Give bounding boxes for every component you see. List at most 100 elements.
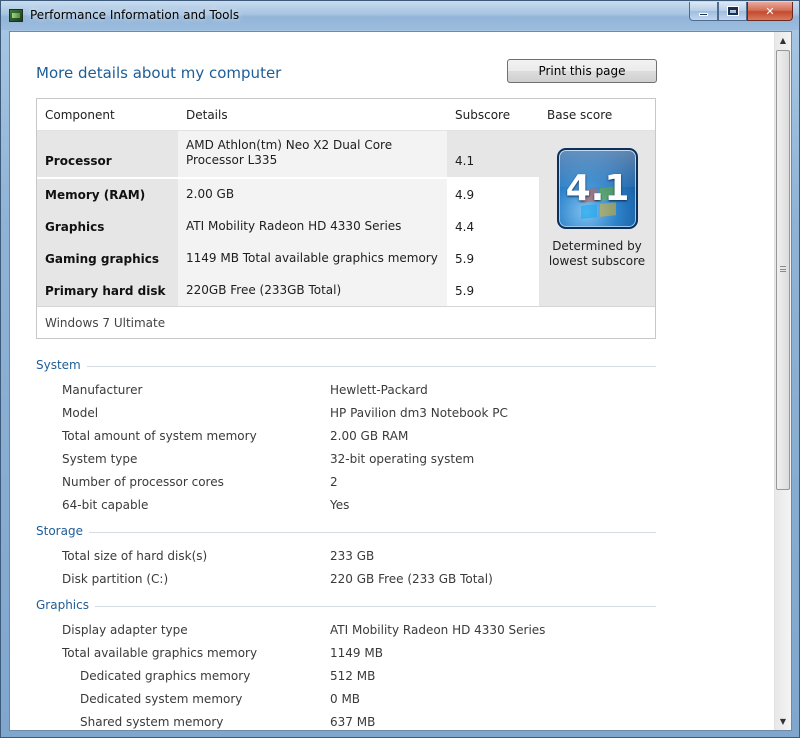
detail-row: Shared system memory 637 MB — [36, 715, 656, 730]
section-system: System Manufacturer Hewlett-Packard Mode… — [36, 358, 656, 518]
title-bar[interactable]: Performance Information and Tools ✕ — [1, 1, 799, 30]
component-label: Primary hard disk — [45, 284, 166, 298]
window-frame: Performance Information and Tools ✕ More… — [0, 0, 800, 738]
detail-row: Total available graphics memory 1149 MB — [36, 646, 656, 669]
component-label: Processor — [45, 154, 112, 168]
detail-row: Model HP Pavilion dm3 Notebook PC — [36, 406, 656, 429]
base-score-cell: 4.1 Determined by lowest subscore — [539, 131, 655, 306]
detail-row: Manufacturer Hewlett-Packard — [36, 383, 656, 406]
detail-row: 64-bit capable Yes — [36, 498, 656, 521]
windows-experience-index-badge: 4.1 — [557, 148, 638, 229]
section-title: System — [36, 358, 87, 372]
detail-value: ATI Mobility Radeon HD 4330 Series — [330, 623, 546, 637]
window-title: Performance Information and Tools — [30, 8, 240, 22]
detail-value: Yes — [330, 498, 350, 512]
scrollbar-thumb[interactable] — [776, 50, 790, 490]
component-label: Gaming graphics — [45, 252, 159, 266]
performance-app-icon — [9, 9, 23, 22]
component-subscore: 4.9 — [455, 188, 475, 202]
maximize-icon — [727, 7, 738, 15]
detail-value: 220 GB Free (233 GB Total) — [330, 572, 493, 586]
vertical-scrollbar[interactable]: ▲ ▼ — [774, 32, 791, 730]
detail-key: System type — [62, 452, 138, 466]
detail-value: 2.00 GB RAM — [330, 429, 409, 443]
detail-value: 233 GB — [330, 549, 375, 563]
detail-row: Dedicated system memory 0 MB — [36, 692, 656, 715]
base-score-caption: Determined by lowest subscore — [548, 239, 646, 268]
component-label: Memory (RAM) — [45, 188, 146, 202]
detail-key: Dedicated graphics memory — [80, 669, 251, 683]
detail-row: System type 32-bit operating system — [36, 452, 656, 475]
score-row-graphics: Graphics ATI Mobility Radeon HD 4330 Ser… — [37, 211, 539, 243]
header-subscore: Subscore — [455, 108, 511, 122]
section-divider — [36, 606, 656, 607]
minimize-button[interactable] — [689, 2, 718, 21]
detail-value: 2 — [330, 475, 338, 489]
close-button[interactable]: ✕ — [747, 2, 793, 21]
score-table: Component Details Subscore Base score Pr… — [36, 98, 656, 339]
section-title: Graphics — [36, 598, 95, 612]
detail-key: Shared system memory — [80, 715, 224, 729]
detail-value: 32-bit operating system — [330, 452, 475, 466]
detail-key: Model — [62, 406, 99, 420]
detail-row: Total amount of system memory 2.00 GB RA… — [36, 429, 656, 452]
client-area: More details about my computer Print thi… — [9, 31, 792, 731]
header-component: Component — [45, 108, 115, 122]
component-details: 1149 MB Total available graphics memory — [186, 251, 438, 265]
score-table-header: Component Details Subscore Base score — [37, 99, 655, 131]
detail-value: HP Pavilion dm3 Notebook PC — [330, 406, 508, 420]
section-header: Graphics — [36, 598, 656, 614]
detail-row: Total size of hard disk(s) 233 GB — [36, 549, 656, 572]
section-header: System — [36, 358, 656, 374]
close-icon: ✕ — [765, 4, 775, 18]
detail-value: 637 MB — [330, 715, 376, 729]
detail-value: 1149 MB — [330, 646, 383, 660]
component-subscore: 4.1 — [455, 154, 475, 168]
section-header: Storage — [36, 524, 656, 540]
section-graphics: Graphics Display adapter type ATI Mobili… — [36, 598, 656, 730]
score-row-processor: Processor AMD Athlon(tm) Neo X2 Dual Cor… — [37, 131, 539, 177]
section-storage: Storage Total size of hard disk(s) 233 G… — [36, 524, 656, 590]
detail-row: Dedicated graphics memory 512 MB — [36, 669, 656, 692]
detail-key: Total available graphics memory — [62, 646, 258, 660]
component-details: 2.00 GB — [186, 187, 235, 201]
score-row-gaming-graphics: Gaming graphics 1149 MB Total available … — [37, 243, 539, 275]
detail-key: Manufacturer — [62, 383, 143, 397]
page-title: More details about my computer — [36, 64, 282, 82]
detail-value: Hewlett-Packard — [330, 383, 428, 397]
score-row-memory: Memory (RAM) 2.00 GB 4.9 — [37, 179, 539, 211]
detail-value: 512 MB — [330, 669, 376, 683]
component-details: AMD Athlon(tm) Neo X2 Dual Core Processo… — [186, 138, 393, 167]
component-label: Graphics — [45, 220, 105, 234]
os-edition-row: Windows 7 Ultimate — [37, 306, 655, 338]
component-details: ATI Mobility Radeon HD 4330 Series — [186, 219, 402, 233]
scroll-up-icon[interactable]: ▲ — [775, 32, 791, 49]
section-title: Storage — [36, 524, 89, 538]
header-details: Details — [186, 108, 228, 122]
caption-buttons: ✕ — [689, 2, 793, 21]
component-subscore: 5.9 — [455, 252, 475, 266]
scroll-down-icon[interactable]: ▼ — [775, 713, 791, 730]
detail-key: Number of processor cores — [62, 475, 224, 489]
detail-key: 64-bit capable — [62, 498, 149, 512]
detail-row: Display adapter type ATI Mobility Radeon… — [36, 623, 656, 646]
section-divider — [36, 532, 656, 533]
detail-row: Disk partition (C:) 220 GB Free (233 GB … — [36, 572, 656, 595]
grip-icon — [780, 266, 786, 272]
detail-key: Display adapter type — [62, 623, 188, 637]
base-score-value: 4.1 — [565, 168, 630, 209]
detail-value: 0 MB — [330, 692, 361, 706]
detail-key: Total amount of system memory — [62, 429, 257, 443]
component-details: 220GB Free (233GB Total) — [186, 283, 342, 297]
details-page: More details about my computer Print thi… — [10, 32, 775, 730]
detail-key: Disk partition (C:) — [62, 572, 169, 586]
minimize-icon — [699, 12, 708, 16]
section-divider — [36, 366, 656, 367]
maximize-button[interactable] — [718, 2, 747, 21]
detail-row: Number of processor cores 2 — [36, 475, 656, 498]
component-subscore: 4.4 — [455, 220, 475, 234]
component-subscore: 5.9 — [455, 284, 475, 298]
score-row-hard-disk: Primary hard disk 220GB Free (233GB Tota… — [37, 275, 539, 307]
print-page-button[interactable]: Print this page — [507, 59, 657, 83]
detail-key: Dedicated system memory — [80, 692, 243, 706]
